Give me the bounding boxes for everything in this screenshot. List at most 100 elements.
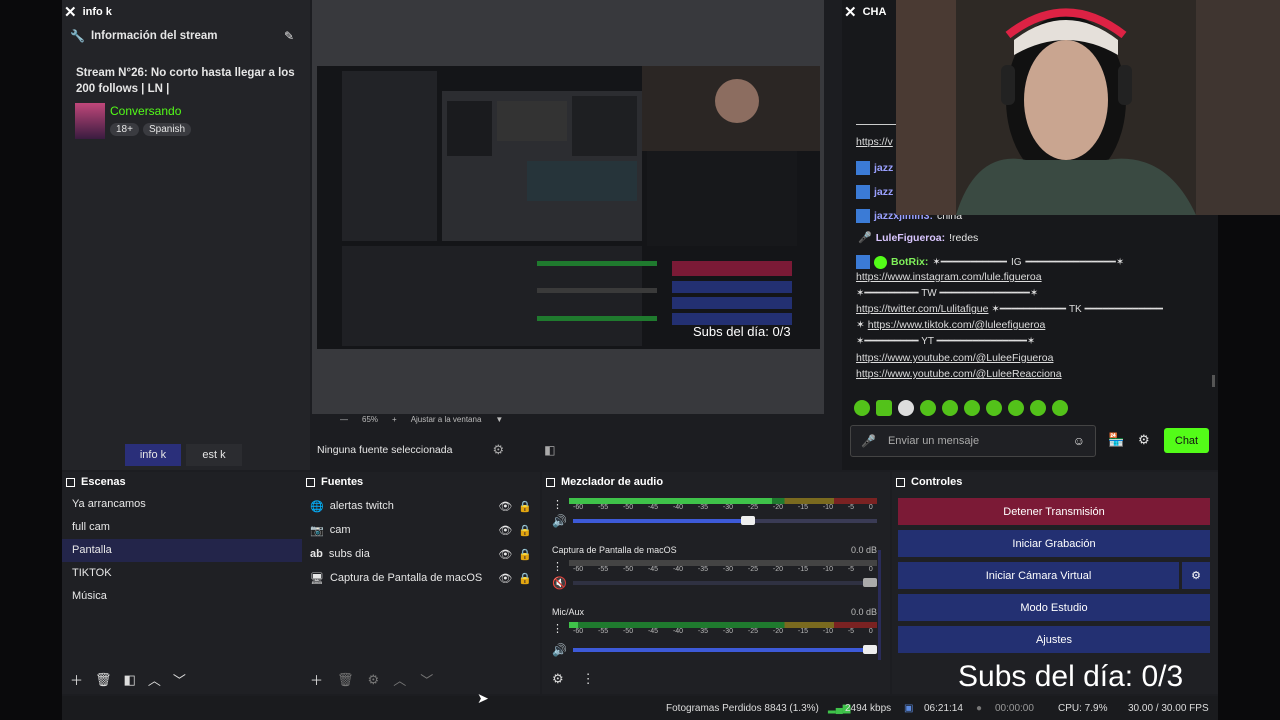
tab-label: est k (202, 449, 226, 461)
tab-info-k[interactable]: info k (125, 444, 181, 466)
chat-link[interactable]: https://twitter.com/Lulitafigue (856, 303, 988, 315)
shop-icon[interactable]: 🏪 (1108, 432, 1124, 448)
trash-icon[interactable]: 🗑 (95, 672, 112, 688)
emote-icon[interactable] (1030, 400, 1046, 416)
controls-header: Controles (892, 472, 1218, 492)
eye-icon[interactable]: 👁 (498, 500, 512, 513)
start-recording-button[interactable]: Iniciar Grabación (898, 530, 1210, 557)
virtual-camera-button[interactable]: Iniciar Cámara Virtual (898, 562, 1179, 589)
volume-slider[interactable] (572, 578, 877, 587)
eye-icon[interactable]: 👁 (498, 572, 512, 585)
source-label: alertas twitch (329, 500, 394, 512)
chat-link[interactable]: https://v (856, 136, 893, 148)
emote-icon[interactable] (920, 400, 936, 416)
chevron-up-icon[interactable]: ︿ (393, 670, 406, 689)
scene-item[interactable]: Música (62, 585, 302, 608)
zoom-out-icon[interactable]: — (340, 415, 348, 424)
emote-icon[interactable] (986, 400, 1002, 416)
lock-icon[interactable]: 🔒 (518, 572, 532, 585)
advanced-audio-icon[interactable]: ⚙ (552, 671, 564, 687)
emote-icon[interactable] (898, 400, 914, 416)
source-item[interactable]: 🌐 alertas twitch 👁 🔒 (302, 494, 540, 518)
kebab-icon[interactable]: ⋮ (552, 622, 563, 635)
lock-icon[interactable]: 🔒 (518, 524, 532, 537)
filters-icon[interactable]: ◧ (544, 443, 555, 457)
scene-item[interactable]: full cam (62, 516, 302, 539)
volume-knob[interactable] (741, 516, 756, 525)
db-tick-label: -10 (822, 566, 833, 573)
chat-link[interactable]: https://www.tiktok.com/@luleefigueroa (868, 319, 1046, 331)
volume-slider[interactable] (572, 645, 877, 654)
eye-icon[interactable]: 👁 (498, 548, 512, 561)
chat-link[interactable]: https://www.instagram.com/lule.figueroa (856, 271, 1042, 283)
chat-link[interactable]: https://www.youtube.com/@LuleeFigueroa (856, 352, 1053, 364)
chevron-down-icon[interactable]: ﹀ (420, 670, 433, 689)
lock-icon[interactable]: 🔒 (518, 500, 532, 513)
zoom-in-icon[interactable]: + (392, 415, 397, 424)
record-icon: ● (976, 703, 983, 714)
close-icon[interactable]: ✕ (844, 3, 857, 21)
kebab-icon[interactable]: ⋮ (552, 560, 563, 573)
chat-username[interactable]: jazz (874, 162, 893, 174)
chat-username[interactable]: LuleFigueroa: (876, 232, 945, 244)
chat-text: !redes (949, 231, 979, 244)
gear-icon[interactable]: ⚙ (492, 442, 504, 458)
db-tick-label: -50 (622, 504, 634, 511)
stream-status-icon: ▣ (904, 703, 914, 714)
gear-icon[interactable]: ⚙ (1138, 432, 1150, 448)
preview-canvas[interactable]: Subs del día: 0/3 (317, 66, 820, 349)
filters-icon[interactable]: ◧ (124, 672, 136, 688)
speaker-icon[interactable]: 🔊 (552, 643, 567, 657)
volume-knob[interactable] (863, 578, 877, 587)
settings-button[interactable]: Ajustes (898, 626, 1210, 653)
emote-icon[interactable] (964, 400, 980, 416)
tab-est-k[interactable]: est k (186, 444, 242, 466)
chat-link[interactable]: https://www.youtube.com/@LuleeReacciona (856, 368, 1062, 380)
speaker-icon[interactable]: 🔊 (552, 514, 567, 528)
kebab-icon[interactable]: ⋮ (552, 498, 563, 511)
emote-icon[interactable] (1052, 400, 1068, 416)
emote-icon[interactable] (876, 400, 892, 416)
db-tick-label: -40 (672, 628, 684, 635)
add-icon[interactable]: ＋ (70, 670, 83, 689)
chevron-up-icon[interactable]: ︿ (148, 670, 161, 689)
send-chat-button[interactable]: Chat (1164, 428, 1209, 453)
gear-icon[interactable]: ⚙ (368, 672, 380, 688)
virtual-camera-settings-button[interactable]: ⚙ (1182, 562, 1210, 589)
emote-icon[interactable] (942, 400, 958, 416)
chat-scrollbar[interactable] (1212, 375, 1215, 387)
scene-item-active[interactable]: Pantalla (62, 539, 302, 562)
source-item[interactable]: ab subs dia 👁 🔒 (302, 542, 540, 566)
scene-item[interactable]: TIKTOK (62, 562, 302, 585)
muted-speaker-icon[interactable]: 🔇 (552, 576, 567, 590)
eye-icon[interactable]: 👁 (498, 524, 512, 537)
mixer-scrollbar[interactable] (878, 550, 881, 660)
chevron-down-icon[interactable]: ﹀ (173, 670, 186, 689)
emote-icon[interactable] (854, 400, 870, 416)
trash-icon[interactable]: 🗑 (337, 672, 354, 688)
source-item[interactable]: 🖥 Captura de Pantalla de macOS 👁 🔒 (302, 566, 540, 590)
emote-icon[interactable] (1008, 400, 1024, 416)
fit-window-label[interactable]: Ajustar a la ventana (411, 415, 482, 424)
chat-username[interactable]: BotRix: (891, 256, 928, 268)
chevron-down-icon[interactable]: ▼ (495, 415, 503, 424)
scene-item[interactable]: Ya arrancamos (62, 493, 302, 516)
scenes-dock: Escenas Ya arrancamos full cam Pantalla … (62, 472, 302, 694)
volume-knob[interactable] (863, 645, 877, 654)
category-label[interactable]: Conversando (110, 104, 181, 118)
rule-line: ✶━━━━━━━━━━━ (932, 256, 1007, 268)
add-icon[interactable]: ＋ (310, 670, 323, 689)
studio-mode-button[interactable]: Modo Estudio (898, 594, 1210, 621)
stop-stream-button[interactable]: Detener Transmisión (898, 498, 1210, 525)
emoji-icon[interactable]: ☺ (1073, 434, 1085, 448)
rule-line: ━━━━━━━━━━━━━━━✶ (939, 288, 1039, 299)
kebab-icon[interactable]: ⋮ (582, 671, 595, 687)
db-tick-label: -30 (722, 566, 734, 573)
volume-slider[interactable] (572, 516, 877, 525)
lock-icon[interactable]: 🔒 (518, 548, 532, 561)
source-item[interactable]: 📷 cam 👁 🔒 (302, 518, 540, 542)
chat-username[interactable]: jazz (874, 186, 893, 198)
edit-pencil-icon[interactable]: ✎ (284, 29, 294, 43)
close-icon[interactable]: ✕ (64, 3, 77, 21)
chat-input-box[interactable]: 🎤 Enviar un mensaje ☺ (850, 425, 1096, 457)
